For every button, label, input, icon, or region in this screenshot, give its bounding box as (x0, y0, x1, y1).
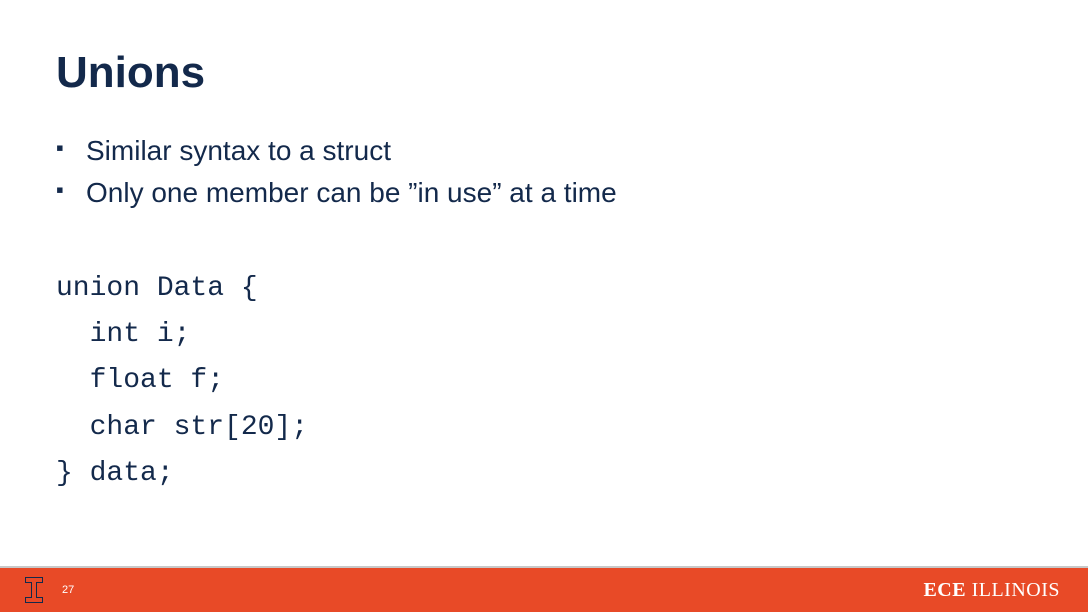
slide: Unions Similar syntax to a struct Only o… (0, 0, 1088, 612)
footer-bar: 27 ECE ILLINOIS (0, 568, 1088, 612)
department-suffix: ILLINOIS (966, 579, 1060, 601)
slide-title: Unions (56, 48, 205, 98)
bullet-list: Similar syntax to a struct Only one memb… (56, 130, 1032, 214)
department-label: ECE ILLINOIS (923, 579, 1060, 602)
page-number: 27 (62, 584, 74, 596)
bullet-item: Only one member can be ”in use” at a tim… (56, 172, 1032, 214)
slide-body: Similar syntax to a struct Only one memb… (56, 130, 1032, 497)
department-prefix: ECE (923, 579, 966, 601)
code-block: union Data { int i; float f; char str[20… (56, 266, 1032, 497)
illinois-logo-icon (20, 575, 48, 605)
bullet-item: Similar syntax to a struct (56, 130, 1032, 172)
